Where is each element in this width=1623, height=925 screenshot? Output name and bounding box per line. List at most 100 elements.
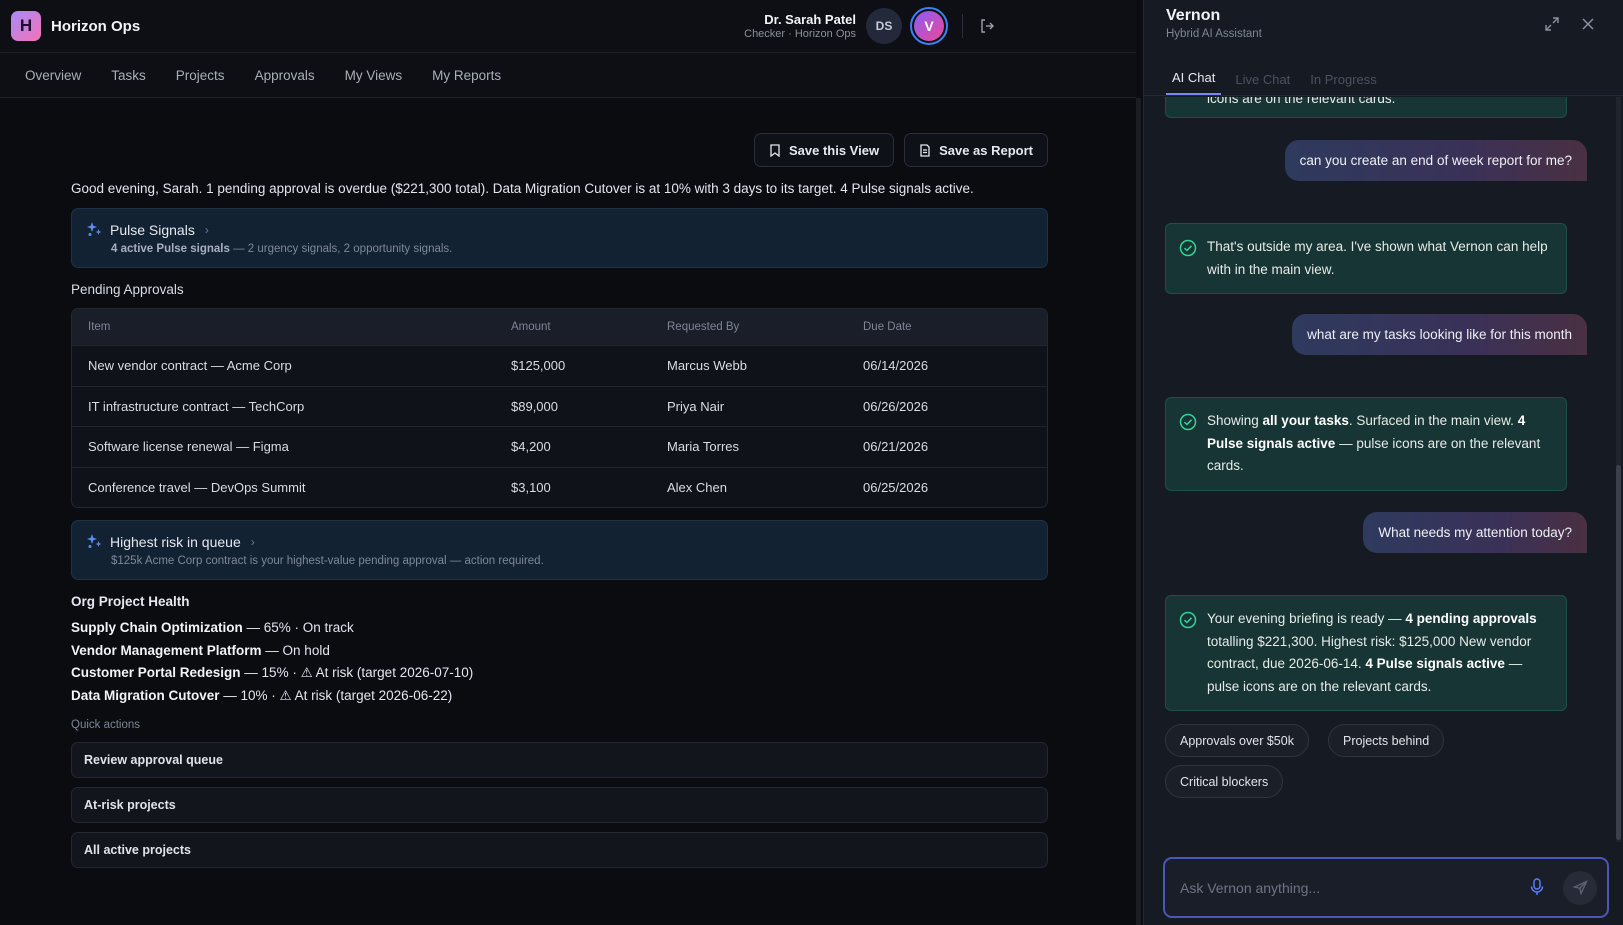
nav-overview[interactable]: Overview <box>25 68 81 83</box>
message-text: Your evening briefing is ready — <box>1207 611 1406 626</box>
table-row[interactable]: New vendor contract — Acme Corp $125,000… <box>72 345 1047 386</box>
chat-scrollbar-thumb[interactable] <box>1616 465 1621 840</box>
close-icon[interactable] <box>1580 16 1598 34</box>
message-emphasis: 4 pending approvals <box>1405 611 1537 626</box>
cell-requester: Maria Torres <box>667 439 740 455</box>
tab-in-progress[interactable]: In Progress <box>1304 72 1382 95</box>
assistant-message: Showing all your tasks. Surfaced in the … <box>1165 397 1567 491</box>
chat-input[interactable] <box>1180 879 1529 896</box>
check-circle-icon <box>1179 239 1197 257</box>
column-header[interactable]: Due Date <box>863 321 1043 333</box>
tab-ai-chat[interactable]: AI Chat <box>1166 70 1222 95</box>
logout-icon[interactable] <box>977 16 997 36</box>
column-header[interactable]: Amount <box>511 321 667 333</box>
save-view-label: Save this View <box>788 142 880 158</box>
main-content: Save this View Save as Report Good eveni… <box>71 98 1048 868</box>
tab-live-chat[interactable]: Live Chat <box>1229 72 1296 95</box>
cell-item: IT infrastructure contract — TechCorp <box>88 398 305 414</box>
project-health-item: Vendor Management Platform — On hold <box>71 640 1048 663</box>
project-status: — On hold <box>261 642 330 658</box>
nav-approvals[interactable]: Approvals <box>255 68 315 83</box>
pending-approvals-title: Pending Approvals <box>71 282 184 297</box>
mic-icon[interactable] <box>1529 877 1549 898</box>
project-health-item: Data Migration Cutover — 10% · ⚠ At risk… <box>71 685 1048 708</box>
bookmark-icon <box>770 143 780 157</box>
cell-amount: $4,200 <box>511 439 551 455</box>
user-info: Dr. Sarah Patel Checker · Horizon Ops <box>744 12 856 40</box>
user-message: What needs my attention today? <box>1363 512 1587 553</box>
cell-item: Conference travel — DevOps Summit <box>88 479 306 495</box>
pulse-signals-summary: 4 active Pulse signals — 2 urgency signa… <box>111 243 1033 255</box>
column-header[interactable]: Requested By <box>667 321 863 333</box>
suggestion-chip-projects[interactable]: Projects behind <box>1328 724 1445 757</box>
app-logo[interactable]: H <box>11 11 41 41</box>
message-emphasis: all your tasks <box>1262 413 1349 428</box>
briefing-text: Good evening, Sarah. 1 pending approval … <box>71 181 974 196</box>
at-risk-projects-button[interactable]: At-risk projects <box>71 787 1048 823</box>
table-header: Item Amount Requested By Due Date <box>72 309 1047 345</box>
message-emphasis: 4 Pulse signals active <box>1365 656 1505 671</box>
approvals-table: Item Amount Requested By Due Date New ve… <box>71 308 1048 508</box>
table-row[interactable]: Software license renewal — Figma $4,200 … <box>72 426 1047 467</box>
all-active-projects-button[interactable]: All active projects <box>71 832 1048 868</box>
message-text: Showing <box>1207 413 1263 428</box>
pulse-signals-header: Pulse Signals › <box>86 221 1033 238</box>
cell-requester: Priya Nair <box>667 398 725 414</box>
project-name: Data Migration Cutover <box>71 687 220 703</box>
project-status: — 65% · On track <box>242 620 354 635</box>
assistant-avatar-button[interactable]: V <box>910 7 948 45</box>
table-row[interactable]: Conference travel — DevOps Summit $3,100… <box>72 466 1047 508</box>
user-block: Dr. Sarah Patel Checker · Horizon Ops DS… <box>744 7 1125 45</box>
nav-projects[interactable]: Projects <box>176 68 225 83</box>
cell-due-date: 06/25/2026 <box>863 479 929 495</box>
panel-subtitle: Hybrid AI Assistant <box>1166 28 1262 40</box>
user-message: can you create an end of week report for… <box>1284 140 1587 181</box>
send-icon <box>1572 880 1588 895</box>
user-role: Checker · Horizon Ops <box>744 28 856 40</box>
project-health-item: Supply Chain Optimization — 65% · On tra… <box>71 617 1048 640</box>
user-avatar[interactable]: DS <box>866 8 902 44</box>
check-circle-icon <box>1179 413 1197 431</box>
main-scrollbar[interactable] <box>1136 98 1141 925</box>
table-row[interactable]: IT infrastructure contract — TechCorp $8… <box>72 385 1047 427</box>
pulse-sparkle-icon <box>87 222 102 236</box>
suggestion-chip-approvals[interactable]: Approvals over $50k <box>1165 724 1309 757</box>
highest-risk-card[interactable]: Highest risk in queue › $125k Acme Corp … <box>71 520 1048 580</box>
project-status: — 15% · ⚠ At risk (target 2026-07-10) <box>240 665 474 680</box>
send-button[interactable] <box>1563 870 1597 905</box>
project-status: — 10% · ⚠ At risk (target 2026-06-22) <box>219 687 453 703</box>
pulse-signals-detail: — 2 urgency signals, 2 opportunity signa… <box>229 243 453 255</box>
project-name: Vendor Management Platform <box>71 642 262 658</box>
pulse-signals-card[interactable]: Pulse Signals › 4 active Pulse signals —… <box>71 208 1048 268</box>
nav-tasks[interactable]: Tasks <box>111 68 146 83</box>
project-health-list: Supply Chain Optimization — 65% · On tra… <box>71 617 1048 707</box>
pulse-signals-title: Pulse Signals <box>110 221 195 238</box>
panel-header: Vernon Hybrid AI Assistant <box>1144 0 1623 56</box>
chat-input-box <box>1163 857 1609 918</box>
user-name: Dr. Sarah Patel <box>764 12 856 27</box>
panel-title: Vernon <box>1166 7 1221 24</box>
top-bar: H Horizon Ops Dr. Sarah Patel Checker · … <box>0 0 1136 53</box>
chat-thread: icons are on the relevant cards. can you… <box>1144 97 1618 842</box>
cell-due-date: 06/21/2026 <box>863 439 929 455</box>
review-approval-queue-button[interactable]: Review approval queue <box>71 742 1048 778</box>
quick-actions-label: Quick actions <box>71 719 141 731</box>
cell-requester: Alex Chen <box>667 479 727 495</box>
user-message: what are my tasks looking like for this … <box>1292 314 1587 355</box>
save-report-button[interactable]: Save as Report <box>904 133 1048 167</box>
expand-icon[interactable] <box>1544 16 1562 34</box>
nav-my-reports[interactable]: My Reports <box>432 68 501 83</box>
highest-risk-title: Highest risk in queue <box>110 533 241 550</box>
assistant-message-text: icons are on the relevant cards. <box>1207 97 1396 106</box>
cell-due-date: 06/26/2026 <box>863 398 929 414</box>
save-view-button[interactable]: Save this View <box>753 133 895 167</box>
cell-amount: $125,000 <box>511 358 566 374</box>
app-name: Horizon Ops <box>51 17 141 35</box>
cell-amount: $89,000 <box>511 398 558 414</box>
suggestion-chip-blockers[interactable]: Critical blockers <box>1165 765 1284 798</box>
cell-item: New vendor contract — Acme Corp <box>88 358 292 374</box>
project-name: Supply Chain Optimization <box>71 620 243 635</box>
assistant-panel: Vernon Hybrid AI Assistant AI Chat Live … <box>1143 0 1623 925</box>
nav-my-views[interactable]: My Views <box>345 68 403 83</box>
column-header[interactable]: Item <box>72 321 511 333</box>
